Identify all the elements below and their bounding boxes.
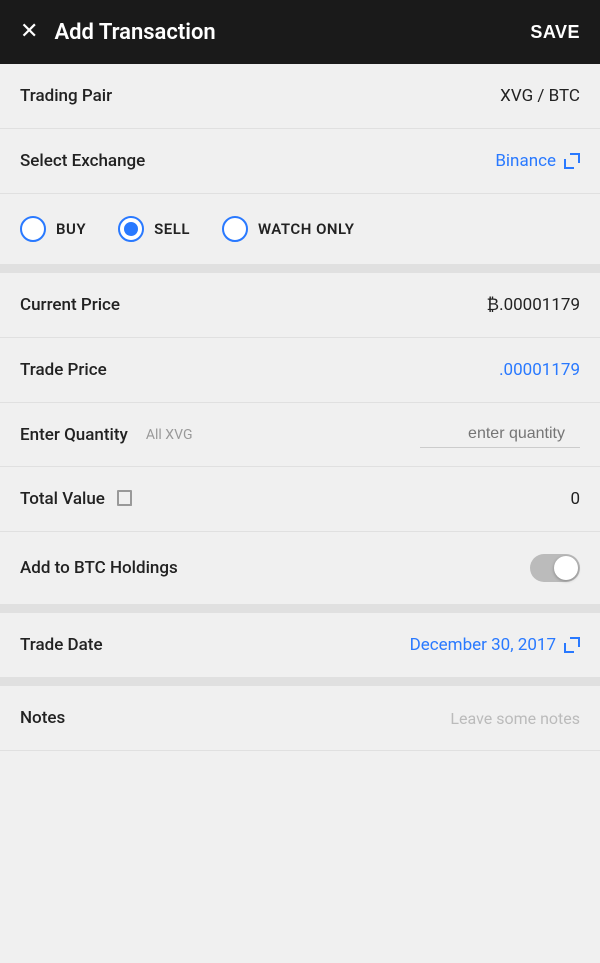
radio-watch-only-outer	[222, 216, 248, 242]
trading-pair-value: XVG / BTC	[500, 86, 580, 106]
transaction-type-row: BUY SELL WATCH ONLY	[0, 194, 600, 265]
total-value-amount: 0	[570, 489, 580, 509]
exchange-name: Binance	[495, 151, 556, 171]
trade-date-row[interactable]: Trade Date December 30, 2017	[0, 613, 600, 678]
close-icon[interactable]: ✕	[20, 21, 38, 43]
radio-watch-only-label: WATCH ONLY	[258, 220, 355, 238]
notes-placeholder[interactable]: Leave some notes	[450, 709, 580, 728]
trade-price-label: Trade Price	[20, 360, 107, 380]
trade-date-label: Trade Date	[20, 635, 103, 655]
add-to-btc-row: Add to BTC Holdings	[0, 532, 600, 605]
radio-sell-label: SELL	[154, 220, 190, 238]
select-exchange-row[interactable]: Select Exchange Binance	[0, 129, 600, 194]
trade-price-row[interactable]: Trade Price .00001179	[0, 338, 600, 403]
content: Trading Pair XVG / BTC Select Exchange B…	[0, 64, 600, 751]
header-left: ✕ Add Transaction	[20, 20, 216, 45]
radio-buy-outer	[20, 216, 46, 242]
total-value-label: Total Value	[20, 489, 105, 509]
radio-buy-label: BUY	[56, 220, 86, 238]
trade-date-value-wrapper[interactable]: December 30, 2017	[410, 635, 580, 655]
trade-date-value: December 30, 2017	[410, 635, 556, 655]
copy-icon[interactable]	[117, 490, 135, 508]
radio-watch-only[interactable]: WATCH ONLY	[222, 216, 355, 242]
trading-pair-row: Trading Pair XVG / BTC	[0, 64, 600, 129]
trade-price-value: .00001179	[499, 360, 580, 380]
copy-icon-inner	[119, 492, 132, 506]
trading-pair-label: Trading Pair	[20, 86, 112, 106]
separator-1	[0, 265, 600, 273]
quantity-left: Enter Quantity All XVG	[20, 425, 193, 445]
all-xvg-button[interactable]: All XVG	[146, 427, 193, 443]
enter-quantity-row: Enter Quantity All XVG	[0, 403, 600, 467]
select-exchange-label: Select Exchange	[20, 151, 145, 171]
current-price-value: ₿.00001179	[487, 295, 581, 315]
radio-sell-outer	[118, 216, 144, 242]
separator-3	[0, 678, 600, 686]
radio-buy[interactable]: BUY	[20, 216, 86, 242]
add-to-btc-toggle[interactable]	[530, 554, 580, 582]
radio-sell[interactable]: SELL	[118, 216, 190, 242]
radio-sell-inner	[124, 222, 138, 236]
add-to-btc-label: Add to BTC Holdings	[20, 558, 178, 578]
save-button[interactable]: SAVE	[530, 22, 580, 43]
header: ✕ Add Transaction SAVE	[0, 0, 600, 64]
enter-quantity-label: Enter Quantity	[20, 425, 128, 445]
toggle-thumb	[554, 556, 578, 580]
notes-row: Notes Leave some notes	[0, 686, 600, 751]
quantity-input[interactable]	[420, 421, 580, 448]
page-title: Add Transaction	[54, 20, 215, 45]
total-value-left: Total Value	[20, 489, 135, 509]
current-price-row: Current Price ₿.00001179	[0, 273, 600, 338]
select-exchange-value[interactable]: Binance	[495, 151, 580, 171]
trade-date-expand-icon	[564, 637, 580, 653]
total-value-row: Total Value 0	[0, 467, 600, 532]
expand-icon	[564, 153, 580, 169]
current-price-label: Current Price	[20, 295, 120, 315]
separator-2	[0, 605, 600, 613]
notes-label: Notes	[20, 708, 65, 728]
